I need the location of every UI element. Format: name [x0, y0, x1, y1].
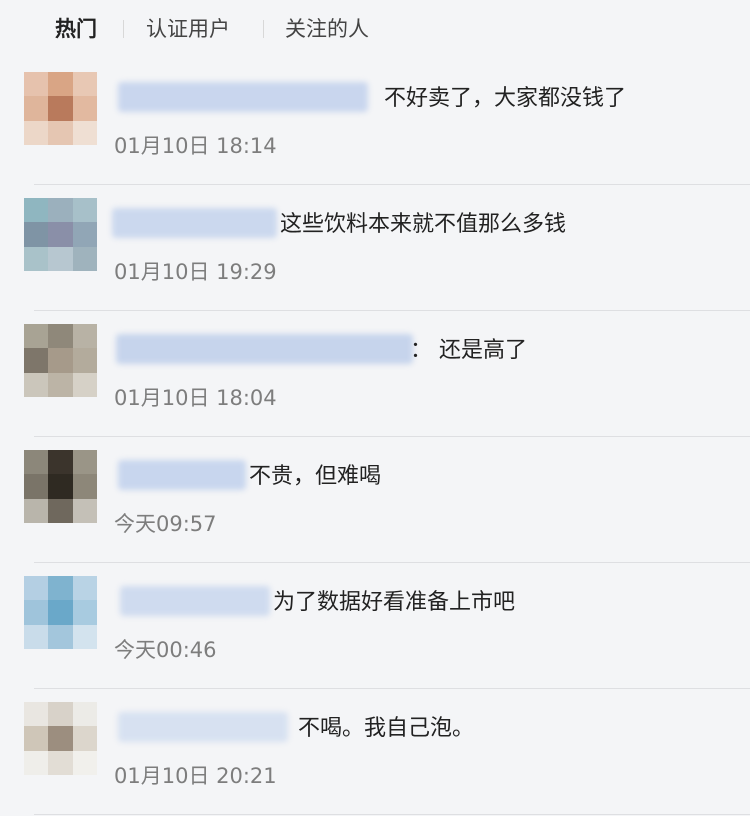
- comment-timestamp: 01月10日 18:14: [114, 134, 277, 158]
- avatar[interactable]: [24, 72, 97, 145]
- avatar-pixel: [24, 600, 49, 625]
- comment-text: 不喝。我自己泡。: [298, 716, 475, 741]
- avatar[interactable]: [24, 450, 97, 523]
- tab-divider: [123, 20, 124, 38]
- avatar-pixel: [72, 600, 97, 625]
- tab-hot[interactable]: 热门: [55, 15, 97, 43]
- comment-item[interactable]: 不好卖了，大家都没钱了 01月10日 18:14: [0, 60, 750, 186]
- avatar[interactable]: [24, 324, 97, 397]
- comment-divider: [34, 688, 750, 689]
- username-blurred[interactable]: [118, 82, 368, 112]
- avatar-pixel: [48, 246, 73, 271]
- avatar-pixel: [24, 450, 49, 475]
- comment-divider: [34, 562, 750, 563]
- avatar-pixel: [48, 72, 73, 97]
- comment-timestamp: 01月10日 20:21: [114, 764, 277, 788]
- username-blurred[interactable]: [118, 712, 288, 742]
- avatar-pixel: [24, 246, 49, 271]
- comment-item[interactable]: 为了数据好看准备上市吧今天00:46: [0, 564, 750, 690]
- comment-text: ： 还是高了: [410, 338, 527, 363]
- avatar-pixel: [72, 198, 97, 223]
- username-blurred[interactable]: [118, 460, 246, 490]
- avatar[interactable]: [24, 702, 97, 775]
- avatar-pixel: [48, 702, 73, 727]
- avatar-pixel: [24, 750, 49, 775]
- avatar-pixel: [48, 498, 73, 523]
- comment-text: 这些饮料本来就不值那么多钱: [280, 212, 567, 237]
- avatar-pixel: [24, 222, 49, 247]
- avatar-pixel: [72, 372, 97, 397]
- comment-divider: [34, 184, 750, 185]
- avatar[interactable]: [24, 576, 97, 649]
- tab-following[interactable]: 关注的人: [285, 15, 369, 43]
- avatar-pixel: [72, 120, 97, 145]
- comment-filter-tabs: 热门 认证用户 关注的人: [0, 0, 750, 60]
- avatar-pixel: [24, 120, 49, 145]
- avatar-pixel: [48, 726, 73, 751]
- avatar-pixel: [72, 474, 97, 499]
- comment-divider: [34, 436, 750, 437]
- avatar-pixel: [24, 624, 49, 649]
- avatar-pixel: [72, 726, 97, 751]
- avatar-pixel: [72, 324, 97, 349]
- avatar-pixel: [48, 750, 73, 775]
- avatar-pixel: [48, 324, 73, 349]
- username-blurred[interactable]: [116, 334, 413, 364]
- comment-item[interactable]: 不喝。我自己泡。 01月10日 20:21: [0, 690, 750, 816]
- comment-item[interactable]: ： 还是高了 01月10日 18:04: [0, 312, 750, 438]
- avatar-pixel: [48, 576, 73, 601]
- avatar-pixel: [48, 198, 73, 223]
- comment-text: 不贵，但难喝: [249, 464, 382, 489]
- avatar-pixel: [24, 576, 49, 601]
- avatar-pixel: [24, 702, 49, 727]
- tab-divider: [263, 20, 264, 38]
- comment-text: 为了数据好看准备上市吧: [273, 590, 516, 615]
- comment-timestamp: 今天00:46: [114, 638, 217, 662]
- comment-text: 不好卖了，大家都没钱了: [384, 86, 627, 111]
- avatar-pixel: [24, 498, 49, 523]
- avatar-pixel: [48, 600, 73, 625]
- comment-timestamp: 01月10日 18:04: [114, 386, 277, 410]
- avatar-pixel: [48, 120, 73, 145]
- avatar-pixel: [24, 372, 49, 397]
- avatar[interactable]: [24, 198, 97, 271]
- avatar-pixel: [72, 576, 97, 601]
- comment-timestamp: 今天09:57: [114, 512, 217, 536]
- avatar-pixel: [24, 324, 49, 349]
- tab-verified-users[interactable]: 认证用户: [146, 15, 230, 43]
- avatar-pixel: [24, 198, 49, 223]
- comment-divider: [34, 310, 750, 311]
- comment-item[interactable]: 不贵，但难喝今天09:57: [0, 438, 750, 564]
- avatar-pixel: [72, 702, 97, 727]
- avatar-pixel: [72, 96, 97, 121]
- avatar-pixel: [24, 348, 49, 373]
- avatar-pixel: [48, 450, 73, 475]
- avatar-pixel: [24, 474, 49, 499]
- avatar-pixel: [48, 348, 73, 373]
- avatar-pixel: [48, 222, 73, 247]
- avatar-pixel: [48, 474, 73, 499]
- avatar-pixel: [72, 246, 97, 271]
- avatar-pixel: [72, 450, 97, 475]
- comment-item[interactable]: 这些饮料本来就不值那么多钱 01月10日 19:29: [0, 186, 750, 312]
- avatar-pixel: [24, 96, 49, 121]
- username-blurred[interactable]: [120, 586, 270, 616]
- avatar-pixel: [72, 348, 97, 373]
- avatar-pixel: [72, 222, 97, 247]
- avatar-pixel: [48, 624, 73, 649]
- avatar-pixel: [24, 72, 49, 97]
- avatar-pixel: [72, 498, 97, 523]
- avatar-pixel: [72, 624, 97, 649]
- avatar-pixel: [72, 750, 97, 775]
- avatar-pixel: [72, 72, 97, 97]
- avatar-pixel: [48, 96, 73, 121]
- username-blurred[interactable]: [112, 208, 277, 238]
- avatar-pixel: [48, 372, 73, 397]
- comment-timestamp: 01月10日 19:29: [114, 260, 277, 284]
- avatar-pixel: [24, 726, 49, 751]
